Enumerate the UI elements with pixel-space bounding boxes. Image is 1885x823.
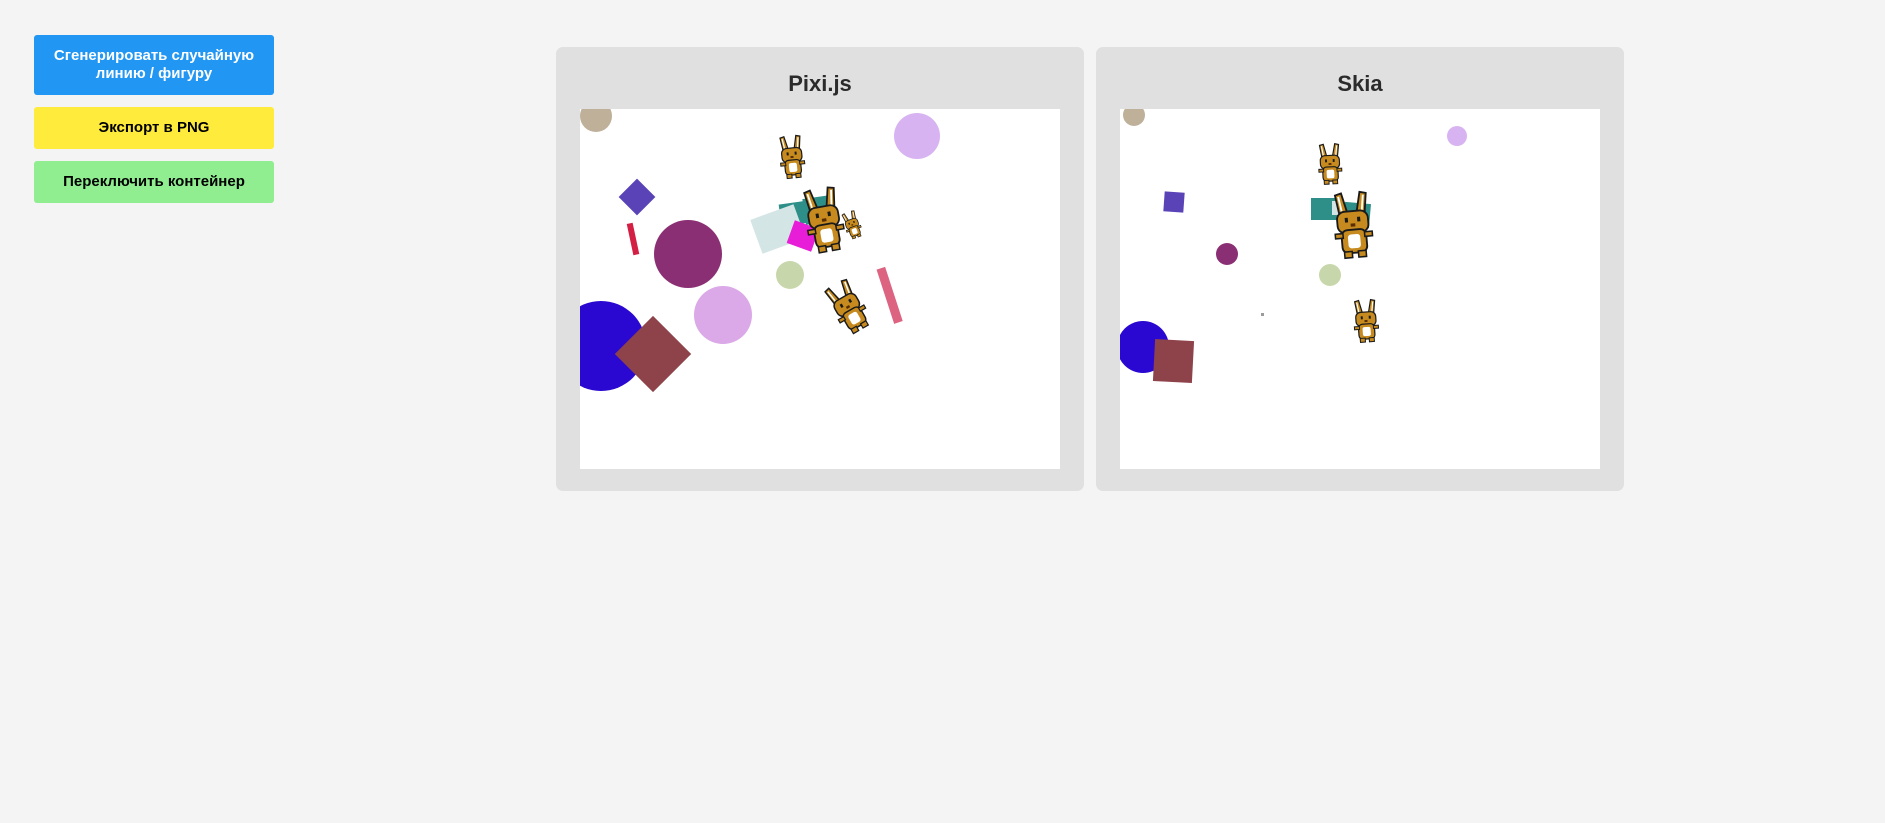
circle-shape <box>1319 264 1341 286</box>
bunny-icon <box>840 209 865 241</box>
circle-shape <box>580 109 612 132</box>
skia-panel: Skia <box>1096 47 1624 491</box>
circle-shape <box>894 113 940 159</box>
circle-shape <box>694 286 752 344</box>
bunny-icon <box>1316 142 1344 186</box>
circle-shape <box>1123 109 1145 126</box>
skia-canvas[interactable] <box>1120 109 1600 469</box>
pixi-canvas[interactable] <box>580 109 1060 469</box>
toolbar: Сгенерировать случайную линию / фигуру Э… <box>34 35 274 203</box>
export-png-button[interactable]: Экспорт в PNG <box>34 107 274 149</box>
square-shape <box>1163 191 1185 213</box>
square-shape <box>1152 339 1195 384</box>
circle-shape <box>654 220 722 288</box>
toggle-container-button[interactable]: Переключить контейнер <box>34 161 274 203</box>
line-shape <box>876 266 903 324</box>
pixi-panel: Pixi.js <box>556 47 1084 491</box>
bunny-icon <box>1351 298 1381 344</box>
line-shape <box>626 222 640 256</box>
bunny-icon <box>777 134 807 180</box>
square-shape <box>618 178 656 216</box>
bunny-icon <box>821 276 875 338</box>
generate-shape-button[interactable]: Сгенерировать случайную линию / фигуру <box>34 35 274 95</box>
pixi-panel-title: Pixi.js <box>788 71 852 96</box>
line-shape <box>1261 313 1264 316</box>
circle-shape <box>1216 243 1238 265</box>
circle-shape <box>1447 126 1467 146</box>
circle-shape <box>776 261 804 289</box>
bunny-icon <box>1330 190 1376 260</box>
skia-panel-title: Skia <box>1337 71 1383 96</box>
